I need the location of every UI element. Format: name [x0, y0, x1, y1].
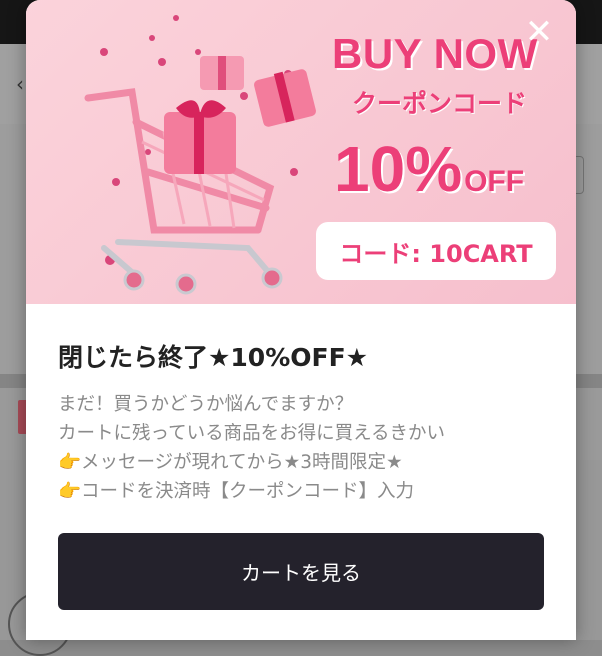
back-arrow-icon: ‹ [16, 72, 24, 96]
banner-headline: BUY NOW [332, 30, 538, 77]
coupon-modal: BUY NOW クーポンコード 10%OFF コード: 10CART ✕ 閉じた… [26, 0, 576, 640]
pointing-hand-icon: 👉 [58, 481, 82, 502]
discount-amount: 10%OFF [334, 132, 524, 206]
view-cart-label: カートを見る [241, 561, 361, 585]
modal-title: 閉じたら終了★10%OFF★ [58, 343, 369, 372]
banner-subheadline: クーポンコード [352, 89, 528, 118]
description-line: 👉コードを決済時【クーポンコード】入力 [58, 481, 415, 502]
modal-body: 閉じたら終了★10%OFF★ まだ！買うかどうか悩んでますか？ カートに残ってい… [58, 338, 548, 506]
description-line: まだ！買うかどうか悩んでますか？ [58, 394, 354, 415]
promo-banner: BUY NOW クーポンコード 10%OFF コード: 10CART ✕ [26, 0, 576, 304]
coupon-code-label: コード: 10CART [339, 239, 533, 268]
coupon-code-box: コード: 10CART [316, 222, 556, 280]
view-cart-button[interactable]: カートを見る [58, 533, 544, 610]
discount-value: 10% [334, 133, 463, 205]
description-line: 👉メッセージが現れてから★3時間限定★ [58, 452, 403, 473]
discount-suffix: OFF [464, 165, 525, 198]
description-line: カートに残っている商品をお得に買えるきかい [58, 423, 446, 444]
shopping-cart-illustration [84, 15, 316, 295]
close-icon[interactable]: ✕ [524, 15, 554, 49]
pointing-hand-icon: 👉 [58, 452, 82, 473]
